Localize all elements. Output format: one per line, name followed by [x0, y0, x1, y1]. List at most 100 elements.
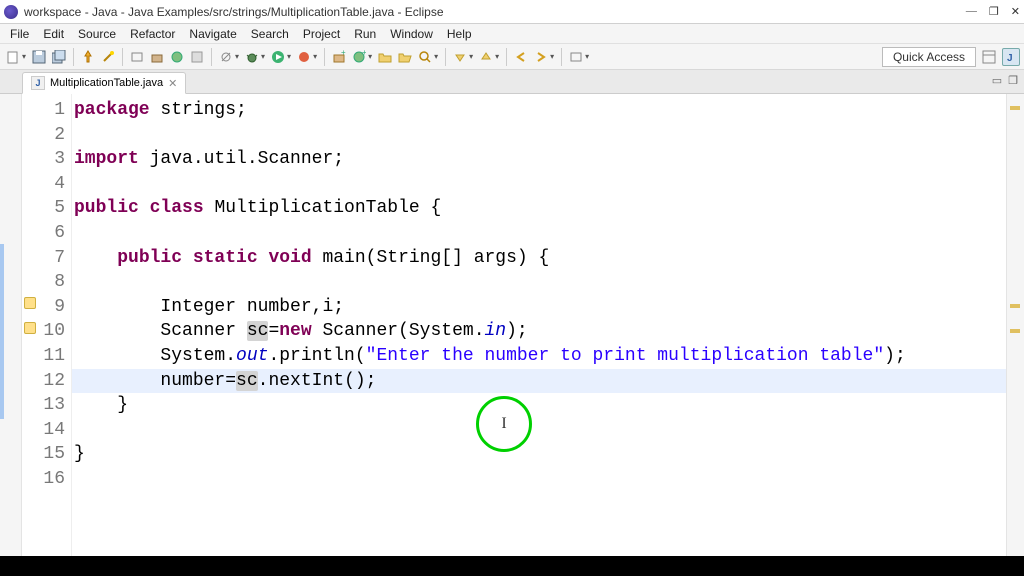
pin-icon[interactable] [79, 48, 97, 66]
close-icon[interactable]: ✕ [168, 77, 177, 90]
line-number-gutter: 12345678910111213141516 [32, 94, 72, 576]
toolbar-separator [445, 48, 446, 66]
menu-window[interactable]: Window [384, 25, 439, 43]
toolbar-separator [561, 48, 562, 66]
line-number: 11 [32, 344, 65, 369]
line-number: 2 [32, 123, 65, 148]
run-icon[interactable] [269, 48, 287, 66]
folding-range-indicator [0, 244, 4, 419]
code-line[interactable]: public class MultiplicationTable { [72, 196, 1006, 221]
line-number: 12 [32, 369, 65, 394]
code-line[interactable] [72, 467, 1006, 492]
back-icon[interactable] [512, 48, 530, 66]
debug-icon[interactable] [243, 48, 261, 66]
chevron-down-icon[interactable]: ▾ [585, 52, 589, 61]
warning-marker-icon[interactable] [24, 297, 36, 309]
menu-source[interactable]: Source [72, 25, 122, 43]
code-line[interactable]: } [72, 442, 1006, 467]
save-all-icon[interactable] [50, 48, 68, 66]
save-icon[interactable] [30, 48, 48, 66]
window-close-button[interactable]: ✕ [1011, 5, 1020, 18]
new-class-icon[interactable]: + [350, 48, 368, 66]
menu-refactor[interactable]: Refactor [124, 25, 181, 43]
forward-icon[interactable] [532, 48, 550, 66]
folder-open-icon[interactable] [396, 48, 414, 66]
svg-text:+: + [362, 50, 366, 57]
line-number: 16 [32, 467, 65, 492]
editor-tab-bar: J MultiplicationTable.java ✕ ▭ ❐ [0, 70, 1024, 94]
minimize-view-icon[interactable]: ▭ [992, 74, 1002, 87]
editor-tab-label: MultiplicationTable.java [50, 77, 163, 89]
line-number: 7 [32, 246, 65, 271]
code-line[interactable] [72, 123, 1006, 148]
class-icon[interactable] [168, 48, 186, 66]
code-line[interactable] [72, 418, 1006, 443]
menu-search[interactable]: Search [245, 25, 295, 43]
code-line[interactable]: import java.util.Scanner; [72, 147, 1006, 172]
left-gutter-rail [0, 94, 22, 576]
toolbar-separator [73, 48, 74, 66]
skip-breakpoints-icon[interactable] [217, 48, 235, 66]
main-toolbar: ▾ ▾ ▾ ▾ ▾ + +▾ ▾ ▾ ▾ ▾ ▾ Quick Access J [0, 44, 1024, 70]
chevron-down-icon[interactable]: ▾ [368, 52, 372, 61]
code-line[interactable]: Scanner sc=new Scanner(System.in); [72, 319, 1006, 344]
code-line[interactable] [72, 172, 1006, 197]
search-icon[interactable] [416, 48, 434, 66]
new-package-icon[interactable]: + [330, 48, 348, 66]
toolbar-separator [324, 48, 325, 66]
menu-edit[interactable]: Edit [37, 25, 70, 43]
overview-ruler[interactable] [1006, 94, 1024, 576]
svg-text:J: J [1007, 53, 1013, 64]
overview-warning-icon [1010, 304, 1020, 308]
line-number: 9 [32, 295, 65, 320]
line-number: 1 [32, 98, 65, 123]
code-line[interactable]: } [72, 393, 1006, 418]
code-line[interactable] [72, 221, 1006, 246]
line-number: 3 [32, 147, 65, 172]
menu-run[interactable]: Run [348, 25, 382, 43]
folder-icon[interactable] [376, 48, 394, 66]
marker-column [22, 94, 32, 576]
code-line[interactable]: Integer number,i; [72, 295, 1006, 320]
history-icon[interactable] [567, 48, 585, 66]
chevron-down-icon[interactable]: ▾ [469, 52, 473, 61]
code-line[interactable]: package strings; [72, 98, 1006, 123]
editor-area: 12345678910111213141516 package strings;… [0, 94, 1024, 576]
open-perspective-icon[interactable] [980, 48, 998, 66]
menu-project[interactable]: Project [297, 25, 346, 43]
window-maximize-button[interactable]: ❐ [989, 5, 999, 18]
menu-navigate[interactable]: Navigate [183, 25, 242, 43]
java-file-icon[interactable] [188, 48, 206, 66]
java-perspective-icon[interactable]: J [1002, 48, 1020, 66]
prev-annotation-icon[interactable] [477, 48, 495, 66]
warning-marker-icon[interactable] [24, 322, 36, 334]
wand-icon[interactable] [99, 48, 117, 66]
chevron-down-icon[interactable]: ▾ [434, 52, 438, 61]
menu-help[interactable]: Help [441, 25, 478, 43]
menu-file[interactable]: File [4, 25, 35, 43]
chevron-down-icon[interactable]: ▾ [313, 52, 317, 61]
chevron-down-icon[interactable]: ▾ [235, 52, 239, 61]
window-title: workspace - Java - Java Examples/src/str… [24, 5, 966, 19]
next-annotation-icon[interactable] [451, 48, 469, 66]
window-minimize-button[interactable]: — [966, 5, 977, 18]
editor-tab[interactable]: J MultiplicationTable.java ✕ [22, 72, 186, 94]
open-type-icon[interactable] [128, 48, 146, 66]
maximize-view-icon[interactable]: ❐ [1008, 74, 1018, 87]
new-icon[interactable] [4, 48, 22, 66]
chevron-down-icon[interactable]: ▾ [22, 52, 26, 61]
chevron-down-icon[interactable]: ▾ [495, 52, 499, 61]
code-line[interactable] [72, 270, 1006, 295]
run-last-icon[interactable] [295, 48, 313, 66]
chevron-down-icon[interactable]: ▾ [287, 52, 291, 61]
chevron-down-icon[interactable]: ▾ [550, 52, 554, 61]
line-number: 10 [32, 319, 65, 344]
code-line[interactable]: number=sc.nextInt(); [72, 369, 1006, 394]
code-line[interactable]: public static void main(String[] args) { [72, 246, 1006, 271]
code-line[interactable]: System.out.println("Enter the number to … [72, 344, 1006, 369]
quick-access-field[interactable]: Quick Access [882, 47, 976, 67]
letterbox-bottom [0, 556, 1024, 576]
code-editor[interactable]: package strings; import java.util.Scanner… [72, 94, 1006, 576]
chevron-down-icon[interactable]: ▾ [261, 52, 265, 61]
package-icon[interactable] [148, 48, 166, 66]
